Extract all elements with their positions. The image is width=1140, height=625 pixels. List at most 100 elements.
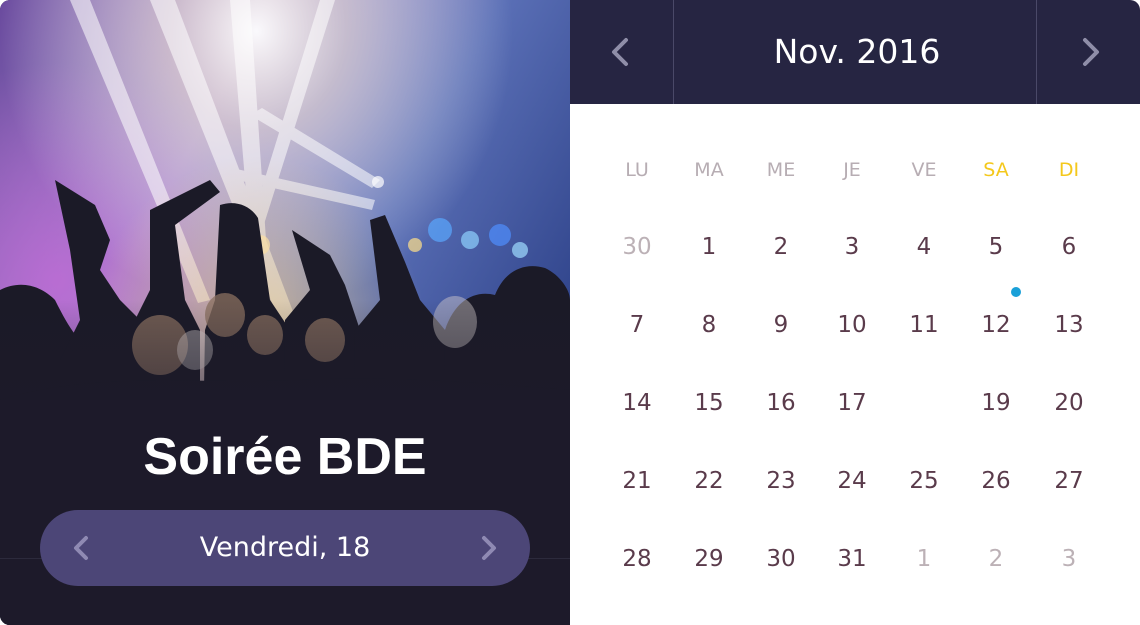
calendar-widget: Soirée BDE Vendredi, 18 Nov. 2016 LU MA … [0,0,1140,625]
chevron-right-icon [1083,38,1099,66]
calendar-day-number: 10 [837,312,867,338]
weekday-label: LU [625,159,649,181]
calendar-day-number: 20 [1054,390,1084,416]
calendar-day[interactable]: 26 [960,451,1032,511]
event-title: Soirée BDE [143,428,427,486]
calendar-day[interactable]: 5 [960,217,1032,277]
calendar-day-number: 28 [622,546,652,572]
calendar-day[interactable]: 1 [673,217,745,277]
weekday-label: SA [983,159,1009,181]
calendar-day-number: 7 [629,312,645,338]
calendar-day[interactable]: 27 [1033,451,1105,511]
calendar-day[interactable]: 9 [745,295,817,355]
calendar-day[interactable]: 6 [1033,217,1105,277]
calendar-day-number: 16 [766,390,796,416]
calendar-day[interactable]: 24 [816,451,888,511]
previous-month-button[interactable] [570,0,674,104]
calendar-day-number: 21 [622,468,652,494]
calendar-day-number: 6 [1061,234,1077,260]
calendar-day-number: 13 [1054,312,1084,338]
calendar-day[interactable]: 19 [960,373,1032,433]
chevron-right-icon [482,536,496,560]
calendar-day[interactable]: 29 [673,529,745,589]
calendar-day-number: 3 [844,234,860,260]
weekday-label: ME [766,159,796,181]
calendar-header: Nov. 2016 [570,0,1140,104]
calendar-day[interactable]: 1 [888,529,960,589]
calendar-day[interactable]: 22 [673,451,745,511]
calendar-day-number: 4 [916,234,932,260]
calendar-day[interactable]: 3 [816,217,888,277]
calendar-day[interactable]: 13 [1033,295,1105,355]
weekday-label: MA [694,159,724,181]
calendar-day-number: 1 [701,234,717,260]
calendar-day[interactable]: 7 [601,295,673,355]
calendar-week-row: 14 15 16 17 18 19 20 [570,370,1140,436]
calendar-day[interactable]: 3 [1033,529,1105,589]
calendar-day-number: 17 [837,390,867,416]
calendar-day[interactable]: 8 [673,295,745,355]
calendar-day-number: 18 [909,390,939,416]
calendar-day-number: 24 [837,468,867,494]
calendar-day-number: 30 [622,234,652,260]
next-day-button[interactable] [470,530,506,566]
calendar-day-number: 23 [766,468,796,494]
calendar-day[interactable]: 2 [960,529,1032,589]
calendar-day[interactable]: 30 [745,529,817,589]
calendar-day[interactable]: 4 [888,217,960,277]
weekday-label: DI [1058,159,1080,181]
event-panel: Soirée BDE Vendredi, 18 [0,0,570,625]
date-selector: Vendredi, 18 [40,510,530,586]
calendar-day[interactable]: 30 [601,217,673,277]
calendar-day[interactable]: 14 [601,373,673,433]
weekday-label: VE [911,159,937,181]
calendar-day[interactable]: 12 [960,287,1032,355]
previous-day-button[interactable] [64,530,100,566]
calendar-day-number: 25 [909,468,939,494]
calendar-day[interactable]: 16 [745,373,817,433]
next-month-button[interactable] [1036,0,1140,104]
chevron-left-icon [612,38,628,66]
weekday-header-row: LU MA ME JE VE SA DI [570,140,1140,200]
calendar-day-number: 11 [909,312,939,338]
calendar-day[interactable]: 23 [745,451,817,511]
month-title: Nov. 2016 [773,32,941,71]
calendar-week-row: 21 22 23 24 25 26 27 [570,451,1140,511]
event-indicator-dot [1011,287,1021,297]
calendar-day[interactable]: 21 [601,451,673,511]
calendar-day-number: 19 [981,390,1011,416]
calendar-day-number: 15 [694,390,724,416]
calendar-day-number: 9 [773,312,789,338]
calendar-day[interactable]: 2 [745,217,817,277]
calendar-day-selected[interactable]: 18 [888,370,960,436]
calendar-day-number: 8 [701,312,717,338]
calendar-week-row: 7 8 9 10 11 12 13 [570,287,1140,355]
calendar-day[interactable]: 25 [888,451,960,511]
calendar-day-number: 30 [766,546,796,572]
calendar-day[interactable]: 28 [601,529,673,589]
calendar-panel: Nov. 2016 LU MA ME JE VE SA DI 30 1 2 3 4 5 6 7… [570,0,1140,625]
calendar-week-row: 28 29 30 31 1 2 3 [570,529,1140,589]
calendar-week-row: 30 1 2 3 4 5 6 [570,217,1140,277]
calendar-day[interactable]: 11 [888,295,960,355]
weekday-label: JE [843,159,861,181]
calendar-day[interactable]: 10 [816,295,888,355]
calendar-day-number: 1 [916,546,932,572]
calendar-day-number: 3 [1061,546,1077,572]
calendar-day[interactable]: 15 [673,373,745,433]
calendar-day[interactable]: 17 [816,373,888,433]
calendar-day-number: 5 [988,234,1004,260]
calendar-day-number: 2 [773,234,789,260]
calendar-day-number: 31 [837,546,867,572]
calendar-day-number: 26 [981,468,1011,494]
calendar-day[interactable]: 31 [816,529,888,589]
calendar-day-number: 2 [988,546,1004,572]
calendar-day-number: 14 [622,390,652,416]
calendar-day-number: 12 [981,312,1011,338]
calendar-day[interactable]: 20 [1033,373,1105,433]
calendar-day-number: 22 [694,468,724,494]
selected-date-label: Vendredi, 18 [199,532,371,563]
chevron-left-icon [74,536,88,560]
calendar-day-number: 29 [694,546,724,572]
calendar-day-number: 27 [1054,468,1084,494]
